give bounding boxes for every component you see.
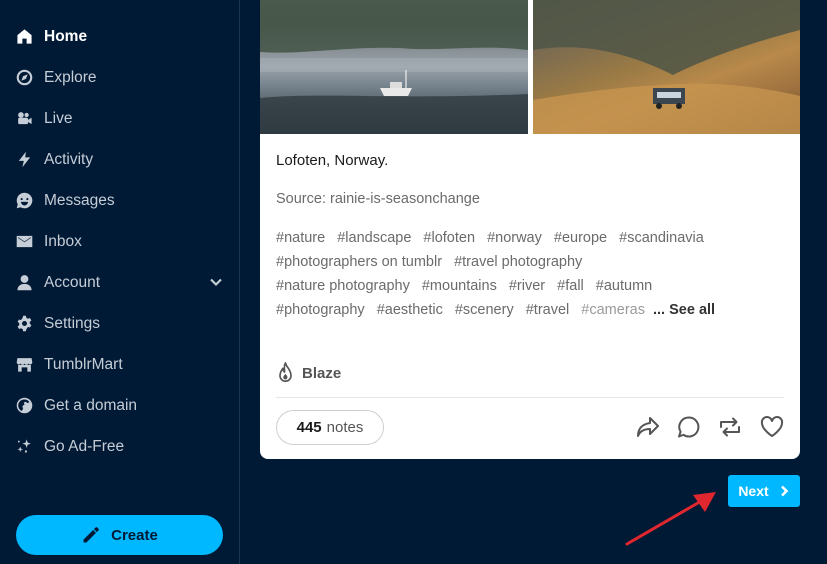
notes-count: 445 <box>296 419 322 436</box>
sidebar-item-label: Messages <box>44 191 115 209</box>
tag[interactable]: #scandinavia <box>619 230 704 246</box>
sidebar-nav: Home Explore Live Activity Messages Inbo… <box>0 0 239 467</box>
post-footer-divider <box>276 397 784 398</box>
envelope-icon <box>16 233 33 250</box>
tag[interactable]: #nature photography <box>276 278 410 294</box>
gear-icon <box>16 315 33 332</box>
sidebar-item-home[interactable]: Home <box>0 16 239 57</box>
tag[interactable]: #mountains <box>422 278 497 294</box>
sidebar-item-inbox[interactable]: Inbox <box>0 221 239 262</box>
post-card: Lofoten, Norway. Source: rainie-is-seaso… <box>260 0 800 459</box>
tag-line: #photography #aesthetic #scenery #travel… <box>276 298 786 322</box>
tag[interactable]: #landscape <box>337 230 411 246</box>
create-button-label: Create <box>111 526 158 544</box>
sidebar-item-live[interactable]: Live <box>0 98 239 139</box>
reblog-icon[interactable] <box>717 414 743 440</box>
sidebar-item-label: Settings <box>44 314 101 332</box>
photoset <box>260 0 800 134</box>
smiley-chat-icon <box>16 192 33 209</box>
storefront-icon <box>16 356 33 373</box>
post-photo-car[interactable] <box>533 0 800 134</box>
sidebar-item-label: Explore <box>44 68 97 86</box>
blaze-label: Blaze <box>302 364 342 382</box>
sidebar-item-tumblrmart[interactable]: TumblrMart <box>0 344 239 385</box>
tag[interactable]: #travel photography <box>454 254 582 270</box>
next-page-label: Next <box>738 483 769 499</box>
reply-icon[interactable] <box>676 414 702 440</box>
share-icon[interactable] <box>635 414 661 440</box>
blaze-button[interactable]: Blaze <box>276 362 341 384</box>
tag[interactable]: #norway <box>487 230 542 246</box>
create-button[interactable]: Create <box>16 515 223 555</box>
tag[interactable]: #photographers on tumblr <box>276 254 442 270</box>
sidebar-item-account[interactable]: Account <box>0 262 239 303</box>
sidebar-item-label: Get a domain <box>44 396 138 414</box>
tag[interactable]: #photography <box>276 302 365 318</box>
video-camera-icon <box>16 110 33 127</box>
person-icon <box>16 274 33 291</box>
home-icon <box>16 28 33 45</box>
pencil-icon <box>83 527 99 543</box>
sidebar-item-go-ad-free[interactable]: Go Ad-Free <box>0 426 239 467</box>
tag[interactable]: #cameras <box>581 302 645 318</box>
tag[interactable]: #europe <box>554 230 607 246</box>
notes-button[interactable]: 445 notes <box>276 410 384 445</box>
sidebar-item-get-a-domain[interactable]: Get a domain <box>0 385 239 426</box>
sidebar-item-label: Home <box>44 27 88 45</box>
tag[interactable]: #lofoten <box>423 230 475 246</box>
tag[interactable]: #nature <box>276 230 325 246</box>
flame-icon <box>279 362 292 382</box>
tag[interactable]: #river <box>509 278 545 294</box>
sparkles-icon <box>16 438 33 455</box>
tag[interactable]: #travel <box>526 302 570 318</box>
tag[interactable]: #autumn <box>596 278 652 294</box>
chevron-right-icon <box>780 485 789 497</box>
sidebar-item-label: Live <box>44 109 73 127</box>
notes-label: notes <box>326 419 364 436</box>
globe-icon <box>16 397 33 414</box>
sidebar-item-settings[interactable]: Settings <box>0 303 239 344</box>
see-all-tags-link[interactable]: ... See all <box>653 302 715 318</box>
tag-line: #photographers on tumblr #travel photogr… <box>276 250 786 274</box>
post-caption: Lofoten, Norway. <box>276 152 389 169</box>
tag[interactable]: #aesthetic <box>377 302 443 318</box>
sidebar-item-explore[interactable]: Explore <box>0 57 239 98</box>
tag-list: #nature #landscape #lofoten #norway #eur… <box>276 226 786 322</box>
sidebar-item-label: Activity <box>44 150 94 168</box>
sidebar-item-label: Go Ad-Free <box>44 437 125 455</box>
sidebar: Home Explore Live Activity Messages Inbo… <box>0 0 240 564</box>
tag-line: #nature #landscape #lofoten #norway #eur… <box>276 226 786 250</box>
tag[interactable]: #fall <box>557 278 584 294</box>
compass-icon <box>16 69 33 86</box>
heart-icon[interactable] <box>759 414 785 440</box>
sidebar-item-label: Account <box>44 273 101 291</box>
next-page-button[interactable]: Next <box>728 475 800 507</box>
post-photo-boat[interactable] <box>260 0 528 134</box>
post-source[interactable]: Source: rainie-is-seasonchange <box>276 191 480 207</box>
lightning-icon <box>16 151 33 168</box>
tag-line: #nature photography #mountains #river #f… <box>276 274 786 298</box>
sidebar-item-label: TumblrMart <box>44 355 123 373</box>
sidebar-item-activity[interactable]: Activity <box>0 139 239 180</box>
sidebar-item-messages[interactable]: Messages <box>0 180 239 221</box>
sidebar-item-label: Inbox <box>44 232 82 250</box>
chevron-down-icon[interactable] <box>209 275 223 289</box>
annotation-arrow <box>625 492 716 546</box>
tag[interactable]: #scenery <box>455 302 514 318</box>
